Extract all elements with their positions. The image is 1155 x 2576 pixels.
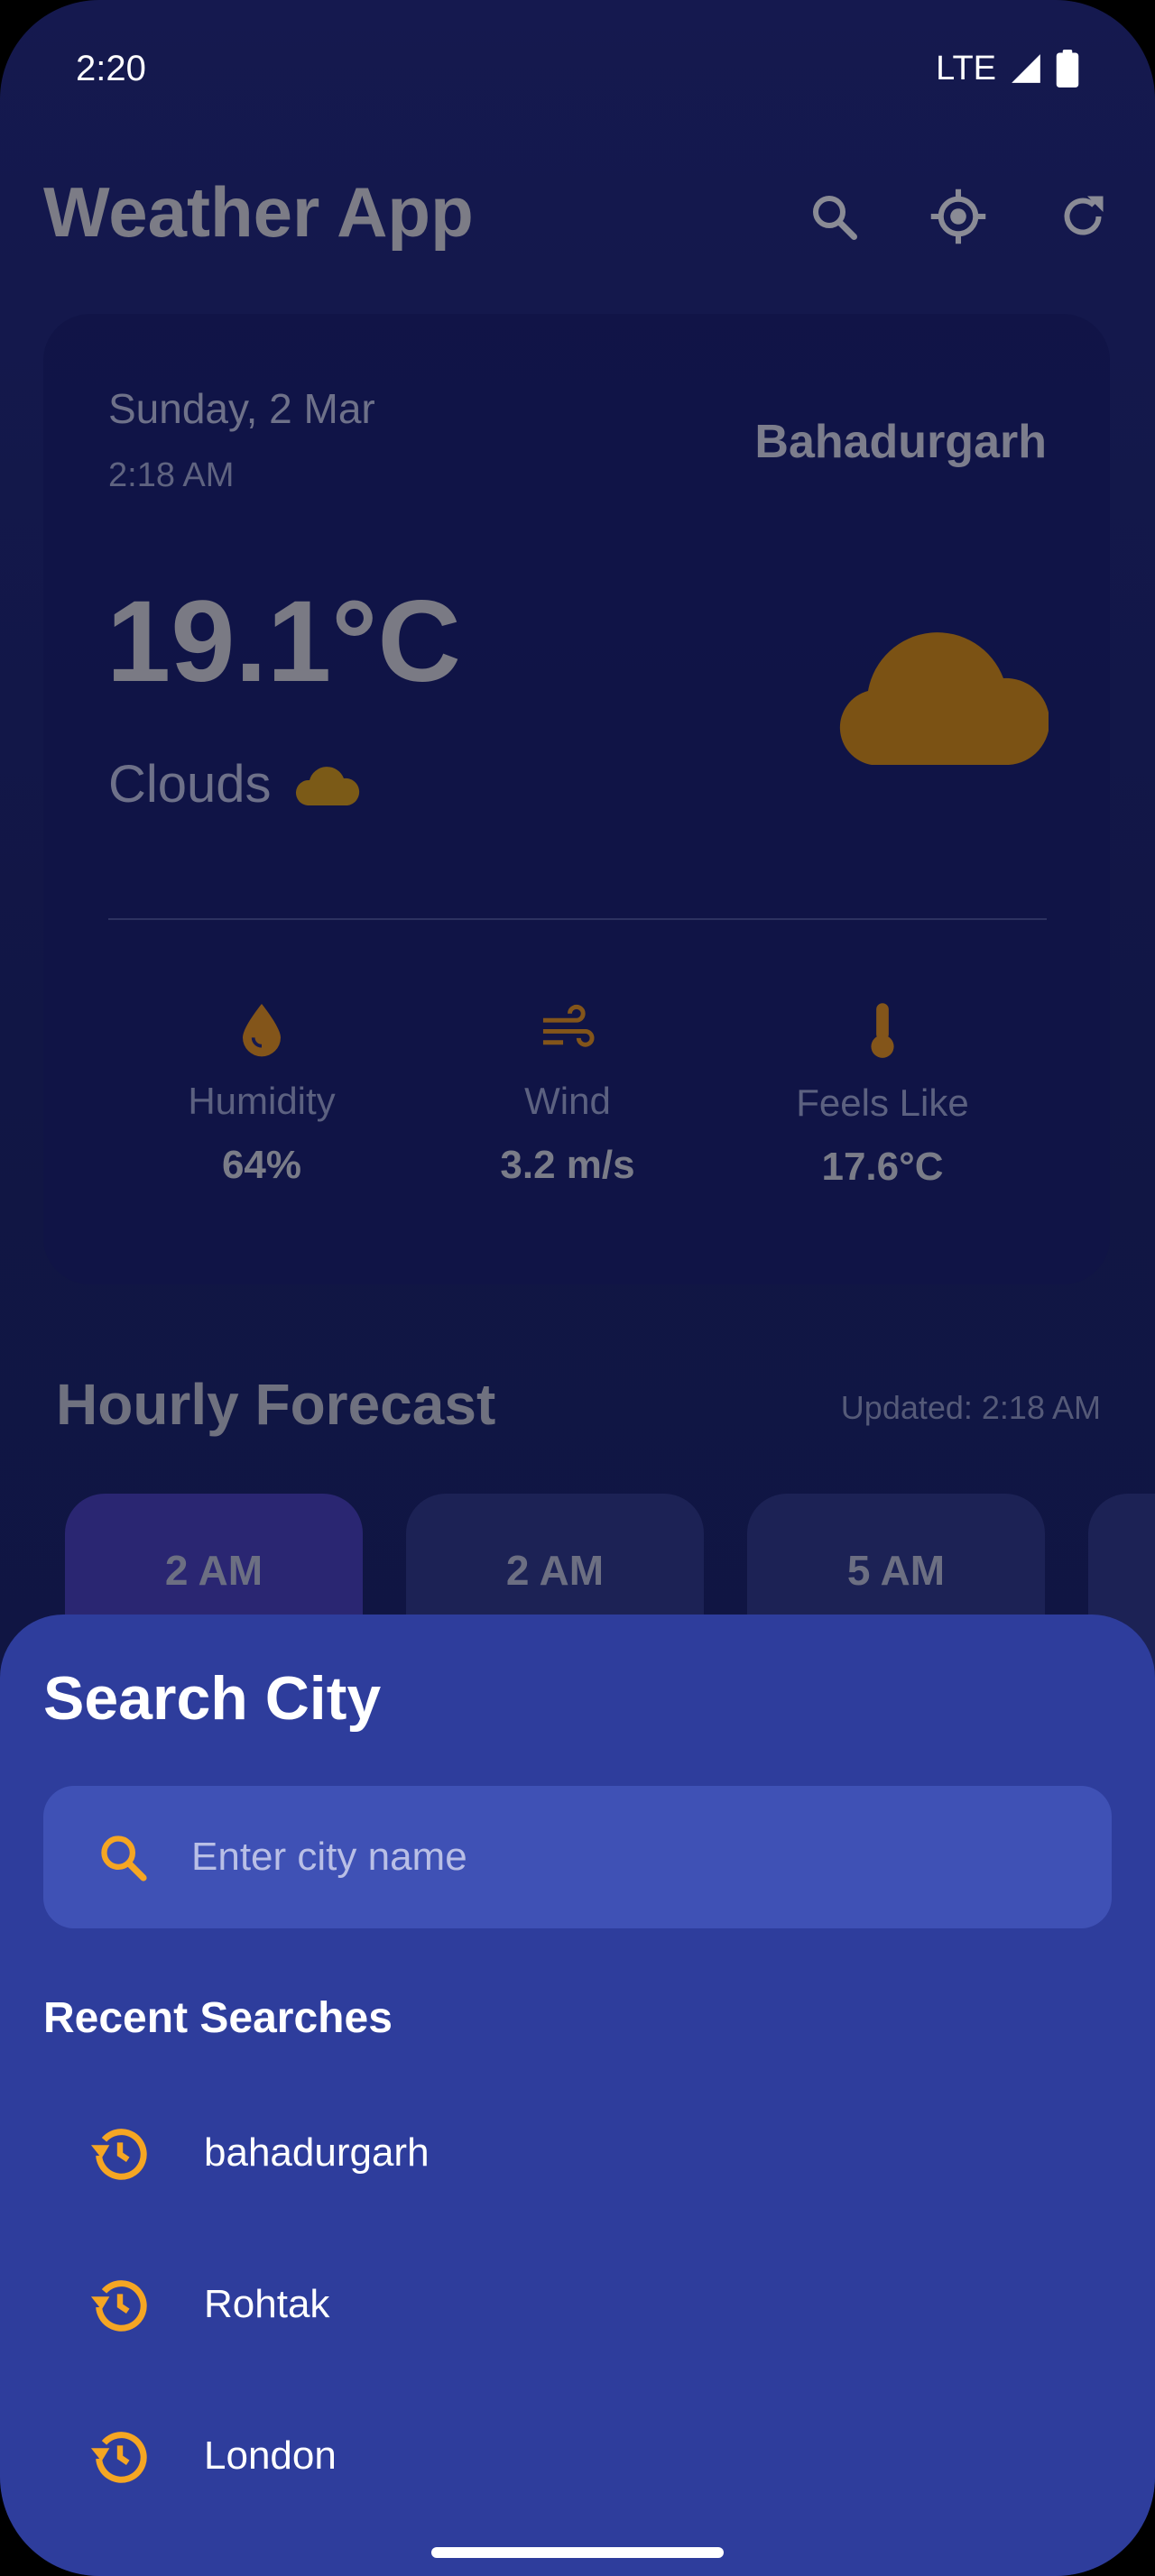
humidity-value: 64%: [221, 1143, 302, 1187]
wind-icon: [542, 1004, 595, 1047]
city-search-input[interactable]: [189, 1834, 1005, 1881]
feels-like-value: 17.6°C: [821, 1145, 944, 1189]
humidity-icon: [243, 1004, 281, 1057]
status-indicators: LTE: [936, 50, 1079, 88]
feels-like-label: Feels Like: [796, 1081, 969, 1124]
wind-stat: Wind 3.2 m/s: [450, 1001, 685, 1188]
refresh-icon[interactable]: [1047, 180, 1119, 253]
large-cloud-icon: [839, 632, 1049, 765]
hourly-time: 2 AM: [164, 1547, 263, 1594]
recent-search-item[interactable]: Rohtak: [43, 2241, 1112, 2368]
temperature: 19.1°C: [106, 577, 461, 706]
phone-screen: 2:20 LTE Weather App Sunday, 2 Mar 2:18 …: [0, 0, 1155, 2576]
header-actions: [798, 180, 1119, 253]
weather-date: Sunday, 2 Mar: [108, 385, 375, 432]
status-time: 2:20: [76, 48, 146, 88]
history-icon: [43, 2424, 197, 2488]
weather-condition: Clouds: [108, 754, 362, 814]
history-icon: [43, 2121, 197, 2185]
battery-icon: [1056, 50, 1079, 87]
recent-search-city: London: [204, 2433, 337, 2478]
feels-like-stat: Feels Like 17.6°C: [765, 1001, 1000, 1190]
search-icon: [69, 1786, 177, 1928]
app-title: Weather App: [43, 172, 474, 252]
wind-label: Wind: [524, 1080, 611, 1122]
thermometer-icon: [871, 1003, 894, 1058]
my-location-icon[interactable]: [922, 180, 994, 253]
search-city-sheet: Search City Recent Searches bahadurgarh …: [0, 1615, 1155, 2576]
humidity-label: Humidity: [188, 1080, 336, 1122]
recent-search-item[interactable]: bahadurgarh: [43, 2090, 1112, 2216]
card-divider: [108, 918, 1047, 920]
current-weather-card: Sunday, 2 Mar 2:18 AM Bahadurgarh 19.1°C…: [43, 314, 1110, 1284]
city-name: Bahadurgarh: [754, 416, 1047, 468]
updated-timestamp: Updated: 2:18 AM: [840, 1389, 1101, 1426]
humidity-stat: Humidity 64%: [144, 1001, 379, 1188]
network-label: LTE: [936, 49, 996, 87]
hourly-time: 5 AM: [846, 1547, 946, 1594]
wind-value: 3.2 m/s: [500, 1143, 635, 1187]
small-cloud-icon: [295, 766, 359, 805]
signal-icon: [1012, 54, 1040, 83]
search-icon[interactable]: [798, 180, 870, 253]
recent-search-city: Rohtak: [204, 2282, 330, 2326]
sheet-title: Search City: [43, 1664, 382, 1733]
condition-label: Clouds: [108, 755, 272, 814]
search-field[interactable]: [43, 1786, 1112, 1928]
history-icon: [43, 2273, 197, 2336]
recent-searches-title: Recent Searches: [43, 1994, 393, 2042]
recent-search-item[interactable]: London: [43, 2393, 1112, 2519]
hourly-forecast-title: Hourly Forecast: [56, 1372, 496, 1437]
weather-time: 2:18 AM: [108, 456, 235, 494]
recent-search-city: bahadurgarh: [204, 2130, 430, 2175]
home-indicator[interactable]: [431, 2547, 724, 2558]
hourly-time: 2 AM: [505, 1547, 605, 1594]
status-bar: 2:20 LTE: [76, 43, 1079, 94]
